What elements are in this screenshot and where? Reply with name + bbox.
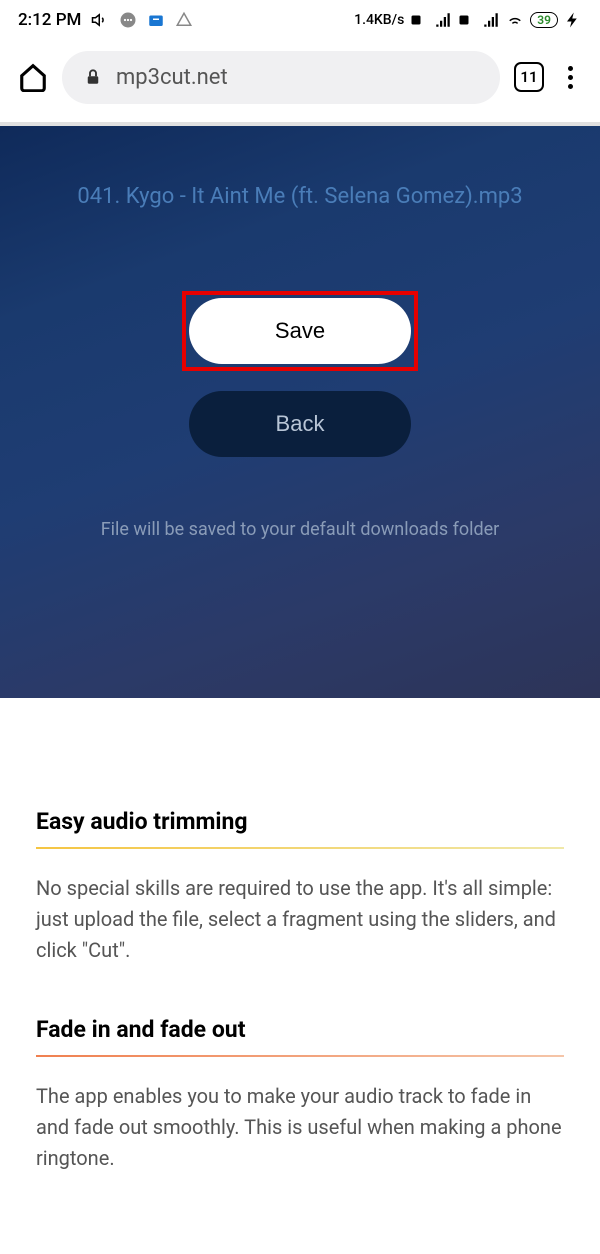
section-body-trimming: No special skills are required to use th… [36,873,564,966]
drive-icon [175,11,193,29]
back-button[interactable]: Back [189,391,411,457]
section-body-fade: The app enables you to make your audio t… [36,1081,564,1174]
volume-icon [91,11,109,29]
home-icon[interactable] [18,62,48,92]
url-text: mp3cut.net [116,65,228,90]
underline-orange [36,1055,564,1057]
url-bar[interactable]: mp3cut.net [62,51,500,104]
browser-bar: mp3cut.net 11 [0,40,600,122]
status-data-rate: 1.4KB/s [354,12,404,28]
message-icon [119,11,137,29]
wifi-icon [506,11,524,29]
tab-count-button[interactable]: 11 [514,62,544,92]
main-panel: 041. Kygo - It Aint Me (ft. Selena Gomez… [0,126,600,698]
underline-yellow [36,847,564,849]
filename-label: 041. Kygo - It Aint Me (ft. Selena Gomez… [77,184,522,209]
save-note: File will be saved to your default downl… [101,519,500,540]
battery-indicator: 39 [530,12,558,28]
status-time: 2:12 PM [18,10,81,30]
charging-icon [564,11,582,29]
status-bar: 2:12 PM 1.4KB/s 39 [0,0,600,40]
content-section: Easy audio trimming No special skills ar… [0,698,600,1254]
volte-icon-2 [458,11,476,29]
lock-icon [84,68,102,86]
save-button[interactable]: Save [189,298,411,364]
browser-menu-button[interactable] [558,66,582,89]
signal-icon-2 [482,11,500,29]
section-title-trimming: Easy audio trimming [36,808,564,835]
section-title-fade: Fade in and fade out [36,1016,564,1043]
signal-icon-1 [434,11,452,29]
save-highlight-box: Save [182,291,418,371]
volte-icon-1 [410,11,428,29]
files-icon [147,11,165,29]
